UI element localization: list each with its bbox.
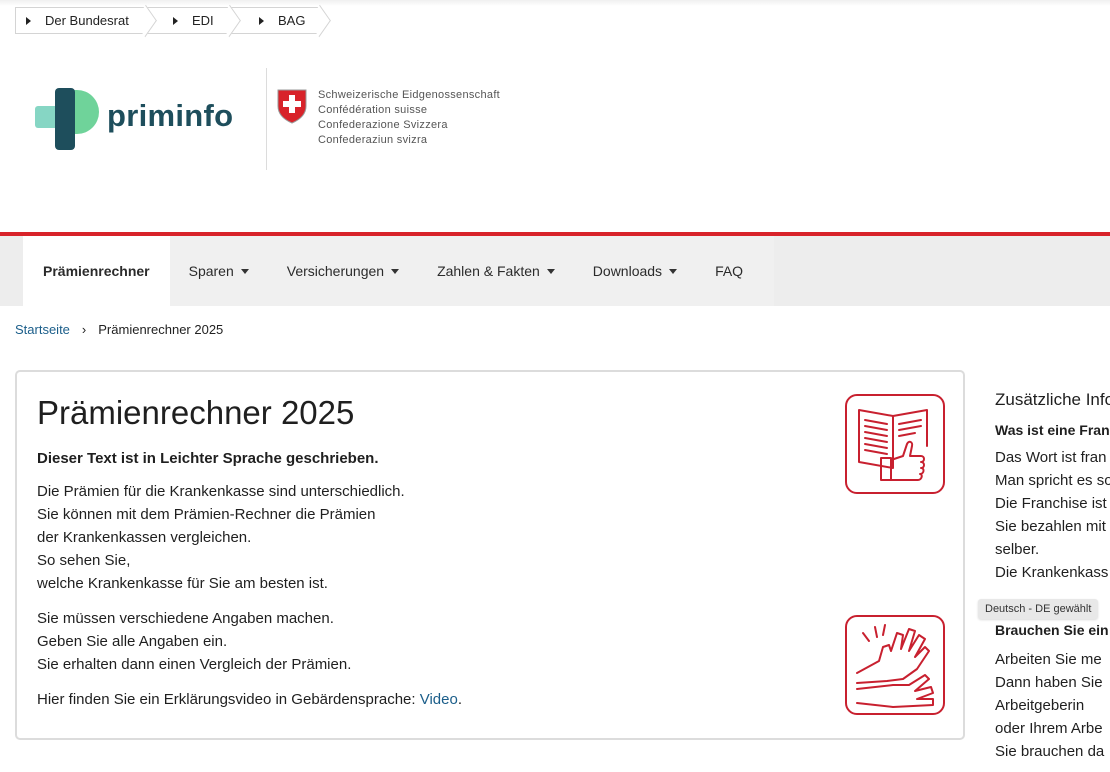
text-line: selber. bbox=[995, 541, 1040, 558]
top-crumb-edi[interactable]: EDI bbox=[146, 7, 230, 34]
sidebar-paragraph: Arbeiten Sie me Dann haben Sie Arbeitgeb… bbox=[995, 648, 1110, 763]
caret-down-icon bbox=[546, 268, 555, 274]
additional-info-sidebar: Zusätzliche Info Was ist eine Fran Das W… bbox=[995, 390, 1110, 763]
easy-language-pictogram bbox=[845, 394, 945, 494]
confederation-line: Confederazione Svizzera bbox=[318, 119, 448, 131]
nav-item-label: Prämienrechner bbox=[43, 263, 150, 279]
swiss-coat-of-arms bbox=[276, 88, 308, 129]
caret-down-icon bbox=[240, 268, 249, 274]
top-breadcrumb: Der Bundesrat EDI BAG bbox=[15, 7, 320, 34]
caret-down-icon bbox=[669, 268, 678, 274]
text-line: Das Wort ist fran bbox=[995, 449, 1107, 466]
video-prefix: Hier finden Sie ein Erklärungsvideo in G… bbox=[37, 691, 420, 708]
confederation-line: Confederaziun svizra bbox=[318, 134, 428, 146]
top-breadcrumb-bar: Der Bundesrat EDI BAG bbox=[0, 0, 1110, 40]
card-body: Dieser Text ist in Leichter Sprache gesc… bbox=[37, 447, 817, 723]
sign-language-hands-icon bbox=[856, 624, 934, 708]
page-title: Prämienrechner 2025 bbox=[37, 394, 355, 431]
text-line: Dann haben Sie bbox=[995, 674, 1103, 691]
lead-text: Dieser Text ist in Leichter Sprache gesc… bbox=[37, 450, 379, 467]
top-crumb-label: EDI bbox=[192, 13, 214, 28]
header-divider bbox=[266, 68, 267, 170]
text-line: welche Krankenkasse für Sie am besten is… bbox=[37, 575, 328, 592]
video-link[interactable]: Video bbox=[420, 691, 458, 708]
text-line: oder Ihrem Arbe bbox=[995, 720, 1103, 737]
confederation-line: Confédération suisse bbox=[318, 104, 428, 116]
text-line: Man spricht es so bbox=[995, 472, 1110, 489]
content-card: Prämienrechner 2025 Dieser Text ist in L… bbox=[15, 370, 965, 740]
chevron-right-icon bbox=[173, 16, 178, 25]
book-thumbs-up-icon bbox=[858, 409, 928, 481]
main-nav: Prämienrechner Sparen Versicherungen Zah… bbox=[0, 236, 1110, 306]
video-suffix: . bbox=[457, 691, 462, 708]
paragraph-instructions: Sie müssen verschiedene Angaben machen. … bbox=[37, 607, 817, 676]
chevron-right-icon bbox=[26, 16, 31, 25]
text-line: Arbeitgeberin bbox=[995, 697, 1085, 714]
nav-item-sparen[interactable]: Sparen bbox=[170, 236, 268, 306]
chevron-right-icon bbox=[259, 16, 264, 25]
nav-item-label: Versicherungen bbox=[286, 263, 385, 279]
sidebar-heading: Brauchen Sie ein bbox=[995, 622, 1109, 638]
text-line: Sie bezahlen mit bbox=[995, 518, 1106, 535]
confederation-line: Schweizerische Eidgenossenschaft bbox=[318, 89, 501, 101]
nav-item-faq[interactable]: FAQ bbox=[696, 236, 762, 306]
breadcrumb-home-link[interactable]: Startseite bbox=[15, 322, 70, 337]
paragraph-intro: Die Prämien für die Krankenkasse sind un… bbox=[37, 480, 817, 595]
sign-language-pictogram bbox=[845, 615, 945, 715]
text-line: Die Krankenkass bbox=[995, 564, 1109, 581]
language-tooltip: Deutsch - DE gewählt bbox=[978, 599, 1099, 619]
text-line: So sehen Sie, bbox=[37, 552, 131, 569]
confederation-text: Schweizerische Eidgenossenschaft Confédé… bbox=[318, 88, 500, 148]
nav-item-label: Zahlen & Fakten bbox=[437, 263, 540, 279]
topbar-shadow bbox=[0, 0, 1110, 6]
nav-item-label: Downloads bbox=[592, 263, 663, 279]
text-line: Geben Sie alle Angaben ein. bbox=[37, 633, 228, 650]
sidebar-paragraph: Das Wort ist fran Man spricht es so Die … bbox=[995, 446, 1110, 584]
text-line: Sie brauchen da bbox=[995, 743, 1105, 760]
text-line: Sie können mit dem Prämien-Rechner die P… bbox=[37, 506, 376, 523]
text-line: Die Franchise ist bbox=[995, 495, 1107, 512]
nav-items: Prämienrechner Sparen Versicherungen Zah… bbox=[23, 236, 774, 306]
nav-item-praemienrechner[interactable]: Prämienrechner bbox=[23, 236, 170, 306]
top-crumb-bundesrat[interactable]: Der Bundesrat bbox=[15, 7, 146, 34]
priminfo-cross-icon bbox=[35, 88, 99, 150]
sidebar-title: Zusätzliche Info bbox=[995, 390, 1110, 409]
logo-text: priminfo bbox=[107, 98, 234, 133]
swiss-shield-icon bbox=[277, 89, 307, 124]
text-line: Sie erhalten dann einen Vergleich der Pr… bbox=[37, 656, 352, 673]
priminfo-logo[interactable]: priminfo bbox=[35, 88, 250, 150]
nav-item-downloads[interactable]: Downloads bbox=[574, 236, 696, 306]
top-crumb-label: BAG bbox=[278, 13, 306, 28]
text-line: der Krankenkassen vergleichen. bbox=[37, 529, 252, 546]
top-crumb-label: Der Bundesrat bbox=[45, 13, 129, 28]
caret-down-icon bbox=[391, 268, 400, 274]
nav-item-zahlen-fakten[interactable]: Zahlen & Fakten bbox=[418, 236, 574, 306]
breadcrumb: Startseite › Prämienrechner 2025 bbox=[15, 322, 223, 337]
text-line: Die Prämien für die Krankenkasse sind un… bbox=[37, 483, 405, 500]
top-crumb-bag[interactable]: BAG bbox=[230, 7, 320, 34]
text-line: Sie müssen verschiedene Angaben machen. bbox=[37, 610, 334, 627]
breadcrumb-current: Prämienrechner 2025 bbox=[98, 322, 224, 337]
nav-item-label: FAQ bbox=[715, 263, 744, 279]
sidebar-heading: Was ist eine Fran bbox=[995, 422, 1110, 438]
nav-item-label: Sparen bbox=[188, 263, 234, 279]
nav-item-versicherungen[interactable]: Versicherungen bbox=[268, 236, 418, 306]
breadcrumb-separator: › bbox=[81, 322, 87, 337]
paragraph-video: Hier finden Sie ein Erklärungsvideo in G… bbox=[37, 688, 817, 711]
text-line: Arbeiten Sie me bbox=[995, 651, 1102, 668]
